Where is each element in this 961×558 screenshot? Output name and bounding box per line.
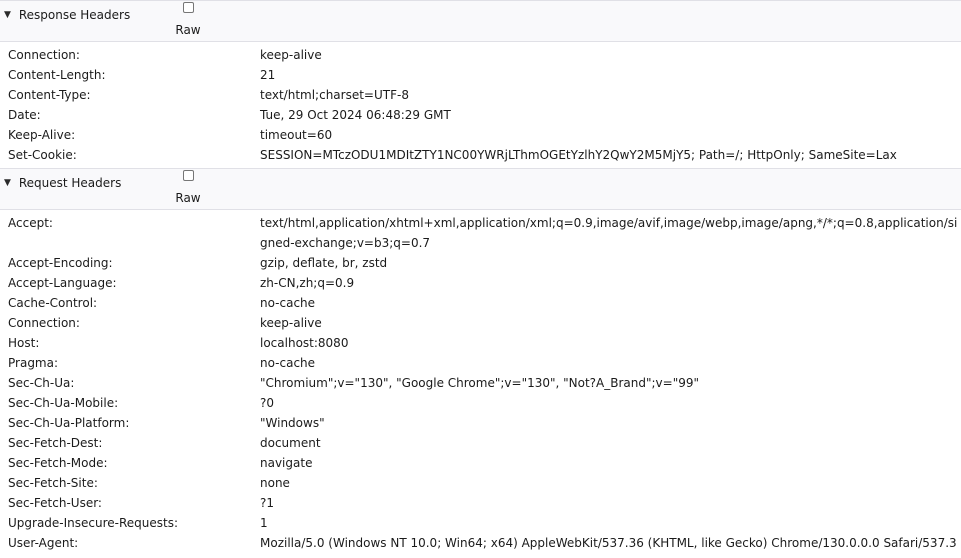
header-name: Upgrade-Insecure-Requests: — [8, 516, 179, 530]
header-name: Connection: — [8, 48, 80, 62]
header-value: Tue, 29 Oct 2024 06:48:29 GMT — [260, 108, 451, 122]
header-name: Sec-Fetch-Mode: — [8, 456, 108, 470]
header-row: User-Agent: Mozilla/5.0 (Windows NT 10.0;… — [0, 533, 961, 558]
response-headers-toggle[interactable]: ▼ Response Headers — [4, 7, 130, 23]
header-row: Sec-Ch-Ua-Platform: "Windows" — [0, 413, 961, 433]
header-value: Mozilla/5.0 (Windows NT 10.0; Win64; x64… — [260, 536, 957, 558]
header-value: "Windows" — [260, 416, 325, 430]
header-row: Connection: keep-alive — [0, 313, 961, 333]
header-row: Pragma: no-cache — [0, 353, 961, 373]
header-row: Accept-Encoding: gzip, deflate, br, zstd — [0, 253, 961, 273]
header-name: Content-Length: — [8, 68, 106, 82]
request-headers-header: ▼ Request Headers Raw — [0, 168, 961, 210]
response-headers-header: ▼ Response Headers Raw — [0, 0, 961, 42]
header-row: Content-Type: text/html;charset=UTF-8 — [0, 85, 961, 105]
header-row: Sec-Ch-Ua-Mobile: ?0 — [0, 393, 961, 413]
header-value: keep-alive — [260, 316, 322, 330]
header-value: text/html;charset=UTF-8 — [260, 88, 409, 102]
header-name: Connection: — [8, 316, 80, 330]
response-raw-label[interactable]: Raw — [174, 23, 202, 37]
header-name: Cache-Control: — [8, 296, 98, 310]
header-value: ?0 — [260, 396, 275, 410]
header-name: Sec-Fetch-User: — [8, 496, 102, 510]
header-name: Sec-Fetch-Dest: — [8, 436, 103, 450]
response-headers-list: Connection: keep-alive Content-Length: 21 … — [0, 42, 961, 168]
expanded-triangle-icon[interactable]: ▼ — [4, 7, 15, 23]
header-name: Pragma: — [8, 356, 59, 370]
header-row: Keep-Alive: timeout=60 — [0, 125, 961, 145]
header-name: Date: — [8, 108, 41, 122]
header-value: no-cache — [260, 356, 316, 370]
header-name: Content-Type: — [8, 88, 91, 102]
header-value: no-cache — [260, 296, 316, 310]
header-name: Sec-Ch-Ua-Mobile: — [8, 396, 119, 410]
header-name: Sec-Ch-Ua: — [8, 376, 75, 390]
header-name: User-Agent: — [8, 536, 79, 550]
header-row: Host: localhost:8080 — [0, 333, 961, 353]
request-raw-checkbox[interactable] — [182, 170, 194, 181]
header-value: text/html,application/xhtml+xml,applicat… — [260, 216, 958, 250]
header-name: Accept: — [8, 216, 53, 230]
header-value: none — [260, 476, 290, 490]
header-value: zh-CN,zh;q=0.9 — [260, 276, 355, 290]
header-name: Accept-Language: — [8, 276, 117, 290]
header-row: Upgrade-Insecure-Requests: 1 — [0, 513, 961, 533]
header-value: document — [260, 436, 321, 450]
header-name: Keep-Alive: — [8, 128, 76, 142]
header-row: Date: Tue, 29 Oct 2024 06:48:29 GMT — [0, 105, 961, 125]
header-row: Sec-Fetch-User: ?1 — [0, 493, 961, 513]
header-name: Sec-Fetch-Site: — [8, 476, 98, 490]
header-row: Sec-Fetch-Mode: navigate — [0, 453, 961, 473]
header-row: Sec-Fetch-Site: none — [0, 473, 961, 493]
header-value: keep-alive — [260, 48, 322, 62]
response-raw-toggle[interactable]: Raw — [174, 2, 202, 37]
request-headers-list: Accept: text/html,application/xhtml+xml,a… — [0, 210, 961, 558]
request-raw-toggle[interactable]: Raw — [174, 170, 202, 205]
request-headers-title[interactable]: Request Headers — [19, 176, 122, 190]
header-name: Sec-Ch-Ua-Platform: — [8, 416, 130, 430]
header-row: Set-Cookie: SESSION=MTczODU1MDItZTY1NC00Y… — [0, 145, 961, 165]
header-name: Host: — [8, 336, 40, 350]
request-raw-label[interactable]: Raw — [174, 191, 202, 205]
response-raw-checkbox[interactable] — [182, 2, 194, 13]
header-row: Sec-Fetch-Dest: document — [0, 433, 961, 453]
response-headers-title[interactable]: Response Headers — [19, 8, 130, 22]
header-value: navigate — [260, 456, 313, 470]
header-value: ?1 — [260, 496, 275, 510]
header-name: Set-Cookie: — [8, 148, 77, 162]
header-value: timeout=60 — [260, 128, 333, 142]
header-row: Accept-Language: zh-CN,zh;q=0.9 — [0, 273, 961, 293]
header-row: Connection: keep-alive — [0, 45, 961, 65]
header-row: Sec-Ch-Ua: "Chromium";v="130", "Google Ch… — [0, 373, 961, 393]
header-value: "Chromium";v="130", "Google Chrome";v="1… — [260, 376, 700, 390]
header-row: Content-Length: 21 — [0, 65, 961, 85]
header-value: gzip, deflate, br, zstd — [260, 256, 388, 270]
header-value: 21 — [260, 68, 276, 82]
header-row: Cache-Control: no-cache — [0, 293, 961, 313]
expanded-triangle-icon[interactable]: ▼ — [4, 175, 15, 191]
header-value: localhost:8080 — [260, 336, 349, 350]
request-headers-toggle[interactable]: ▼ Request Headers — [4, 175, 121, 191]
header-name: Accept-Encoding: — [8, 256, 113, 270]
header-row: Accept: text/html,application/xhtml+xml,a… — [0, 213, 961, 253]
header-value: SESSION=MTczODU1MDItZTY1NC00YWRjLThmOGEt… — [260, 148, 897, 162]
header-value: 1 — [260, 516, 268, 530]
